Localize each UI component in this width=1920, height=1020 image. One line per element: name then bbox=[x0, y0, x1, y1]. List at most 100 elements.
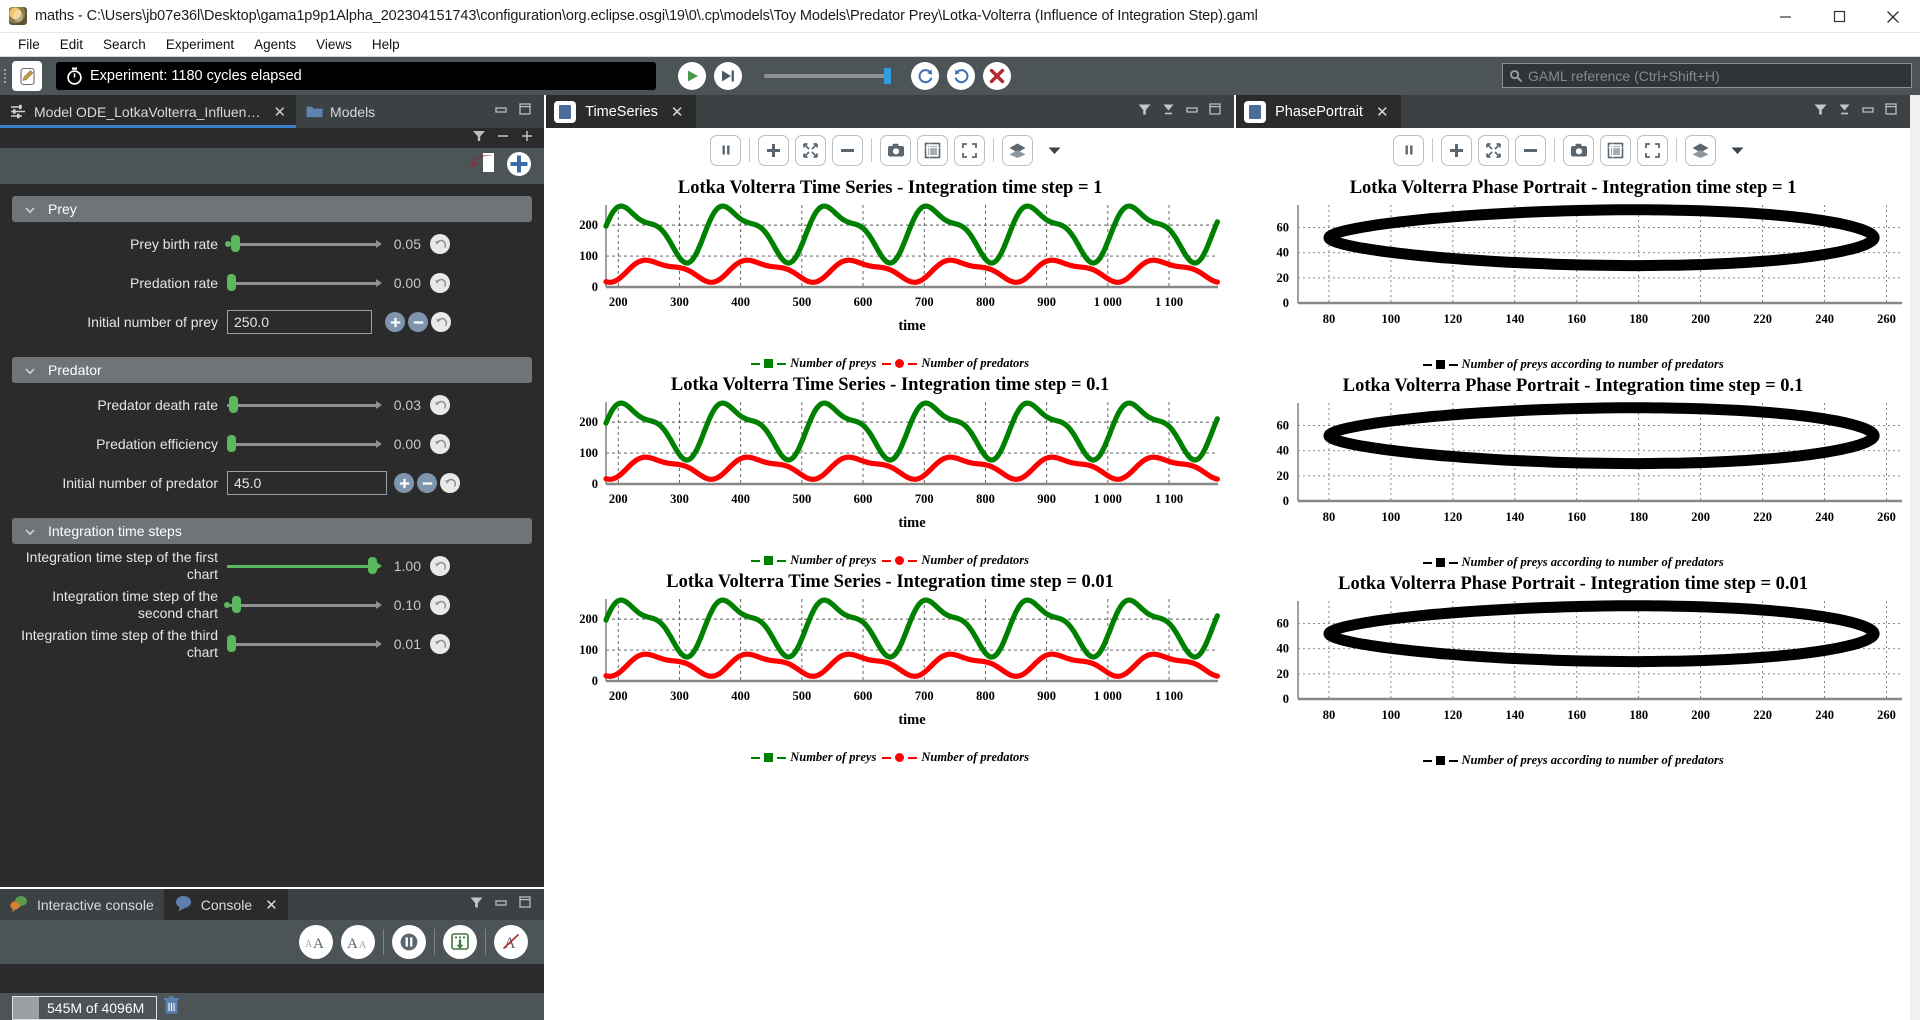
menu-item-search[interactable]: Search bbox=[93, 33, 156, 57]
menu-item-experiment[interactable]: Experiment bbox=[156, 33, 244, 57]
snapshot-button[interactable] bbox=[880, 134, 912, 166]
memory-indicator[interactable]: 545M of 4096M bbox=[12, 996, 158, 1020]
zoom-fit-button[interactable] bbox=[795, 134, 827, 166]
section-header-prey[interactable]: Prey bbox=[12, 196, 533, 222]
filter-icon[interactable] bbox=[1137, 102, 1152, 122]
tab-interactive-console[interactable]: Interactive console bbox=[0, 889, 164, 920]
chart-plot-area[interactable]: 80 100 120 140 160 180 200 220 240 260 0 20 40 60 bbox=[1236, 199, 1910, 351]
chart-plot-area[interactable]: 80 100 120 140 160 180 200 220 240 260 0 20 40 60 bbox=[1236, 397, 1910, 549]
expand-all-icon[interactable] bbox=[520, 129, 534, 148]
fullscreen-button[interactable] bbox=[954, 134, 986, 166]
increase-font-button[interactable]: A A bbox=[299, 925, 334, 959]
tab-close-icon[interactable]: ✕ bbox=[273, 103, 286, 121]
revert-icon[interactable] bbox=[430, 234, 450, 254]
layers-dropdown-button[interactable] bbox=[1039, 135, 1070, 166]
maximize-button[interactable] bbox=[1812, 0, 1866, 33]
zoom-out-button[interactable] bbox=[832, 134, 864, 166]
decrease-font-button[interactable]: A A bbox=[341, 925, 376, 959]
predation-rate-slider[interactable] bbox=[227, 273, 382, 293]
revert-icon[interactable] bbox=[430, 395, 450, 415]
pause-chart-button[interactable] bbox=[1393, 134, 1425, 166]
tab-console[interactable]: Console ✕ bbox=[163, 889, 288, 920]
zoom-in-button[interactable] bbox=[758, 134, 790, 166]
chart-plot-area[interactable]: 200 300 400 500 600 700 800 900 1 000 1 100010020… bbox=[546, 593, 1234, 743]
export-data-button[interactable] bbox=[917, 134, 949, 166]
slider-knob[interactable] bbox=[368, 557, 377, 574]
clear-console-button[interactable]: A bbox=[494, 925, 529, 959]
edit-model-button[interactable] bbox=[12, 61, 42, 91]
layers-dropdown-button[interactable] bbox=[1722, 135, 1753, 166]
minimize-view-icon[interactable] bbox=[494, 102, 508, 121]
reload-button[interactable] bbox=[911, 62, 939, 90]
sort-icon[interactable] bbox=[1837, 102, 1852, 122]
integration-step-third-slider[interactable] bbox=[227, 634, 382, 654]
maximize-view-icon[interactable] bbox=[1884, 102, 1898, 121]
increment-icon[interactable] bbox=[385, 312, 405, 332]
predation-efficiency-slider[interactable] bbox=[227, 434, 382, 454]
revert-icon[interactable] bbox=[430, 556, 450, 576]
prey-birth-rate-slider[interactable] bbox=[225, 234, 382, 254]
tab-close-icon[interactable]: ✕ bbox=[671, 103, 684, 121]
menu-item-edit[interactable]: Edit bbox=[50, 33, 93, 57]
stop-button[interactable] bbox=[983, 62, 1011, 90]
step-button[interactable] bbox=[714, 62, 742, 90]
filter-icon[interactable] bbox=[469, 895, 484, 915]
maximize-view-icon[interactable] bbox=[518, 102, 532, 121]
initial-number-of-predator-input[interactable]: 45.0 bbox=[227, 471, 387, 495]
minimize-view-icon[interactable] bbox=[1185, 102, 1199, 121]
zoom-out-button[interactable] bbox=[1515, 134, 1547, 166]
menu-item-views[interactable]: Views bbox=[306, 33, 362, 57]
run-button[interactable] bbox=[678, 62, 706, 90]
section-header-integration-time-steps[interactable]: Integration time steps bbox=[12, 518, 533, 544]
increment-icon[interactable] bbox=[394, 473, 414, 493]
export-data-button[interactable] bbox=[1600, 134, 1632, 166]
decrement-icon[interactable] bbox=[408, 312, 428, 332]
layers-button[interactable] bbox=[1002, 134, 1034, 166]
slider-knob[interactable] bbox=[227, 435, 236, 452]
close-button[interactable] bbox=[1866, 0, 1920, 33]
zoom-in-button[interactable] bbox=[1441, 134, 1473, 166]
revert-parameters-icon[interactable] bbox=[469, 152, 496, 181]
toolbar-grip[interactable] bbox=[0, 57, 10, 95]
menu-item-help[interactable]: Help bbox=[362, 33, 410, 57]
menu-item-agents[interactable]: Agents bbox=[244, 33, 306, 57]
decrement-icon[interactable] bbox=[417, 473, 437, 493]
revert-icon[interactable] bbox=[430, 634, 450, 654]
revert-icon[interactable] bbox=[440, 473, 460, 493]
maximize-view-icon[interactable] bbox=[1208, 102, 1222, 121]
tab-close-icon[interactable]: ✕ bbox=[265, 896, 278, 914]
fullscreen-button[interactable] bbox=[1637, 134, 1669, 166]
gaml-reference-search[interactable]: GAML reference (Ctrl+Shift+H) bbox=[1502, 63, 1912, 88]
maximize-view-icon[interactable] bbox=[518, 895, 532, 914]
tab-timeseries[interactable]: TimeSeries ✕ bbox=[546, 95, 696, 128]
vertical-scrollbar[interactable] bbox=[1910, 95, 1920, 1020]
chart-plot-area[interactable]: 200 300 400 500 600 700 800 900 1 000 1 100010020… bbox=[546, 396, 1234, 546]
revert-icon[interactable] bbox=[431, 312, 451, 332]
zoom-fit-button[interactable] bbox=[1478, 134, 1510, 166]
pause-chart-button[interactable] bbox=[710, 134, 742, 166]
slider-knob[interactable] bbox=[227, 635, 236, 652]
minimize-view-icon[interactable] bbox=[1861, 102, 1875, 121]
chart-plot-area[interactable]: 200 300 400 500 600 700 800 900 1 000 1 100010020… bbox=[546, 199, 1234, 349]
speed-slider[interactable] bbox=[764, 68, 891, 84]
scroll-lock-button[interactable] bbox=[443, 925, 478, 959]
reset-button[interactable] bbox=[947, 62, 975, 90]
minimize-view-icon[interactable] bbox=[494, 895, 508, 914]
integration-step-first-slider[interactable] bbox=[227, 556, 382, 576]
tab-models[interactable]: Models bbox=[296, 95, 385, 128]
menu-item-file[interactable]: File bbox=[8, 33, 50, 57]
add-parameter-icon[interactable] bbox=[506, 151, 532, 182]
filter-icon[interactable] bbox=[1813, 102, 1828, 122]
filter-icon[interactable] bbox=[472, 129, 486, 148]
slider-knob[interactable] bbox=[227, 274, 236, 291]
sort-icon[interactable] bbox=[1161, 102, 1176, 122]
tab-model-ode-lotkavolterra[interactable]: Model ODE_LotkaVolterra_Influen… ✕ bbox=[0, 95, 297, 128]
run-gc-button[interactable] bbox=[163, 996, 180, 1020]
slider-knob[interactable] bbox=[229, 396, 238, 413]
revert-icon[interactable] bbox=[430, 434, 450, 454]
collapse-all-icon[interactable] bbox=[496, 129, 510, 148]
minimize-button[interactable] bbox=[1758, 0, 1812, 33]
section-header-predator[interactable]: Predator bbox=[12, 357, 533, 383]
slider-knob[interactable] bbox=[231, 235, 240, 252]
revert-icon[interactable] bbox=[430, 273, 450, 293]
